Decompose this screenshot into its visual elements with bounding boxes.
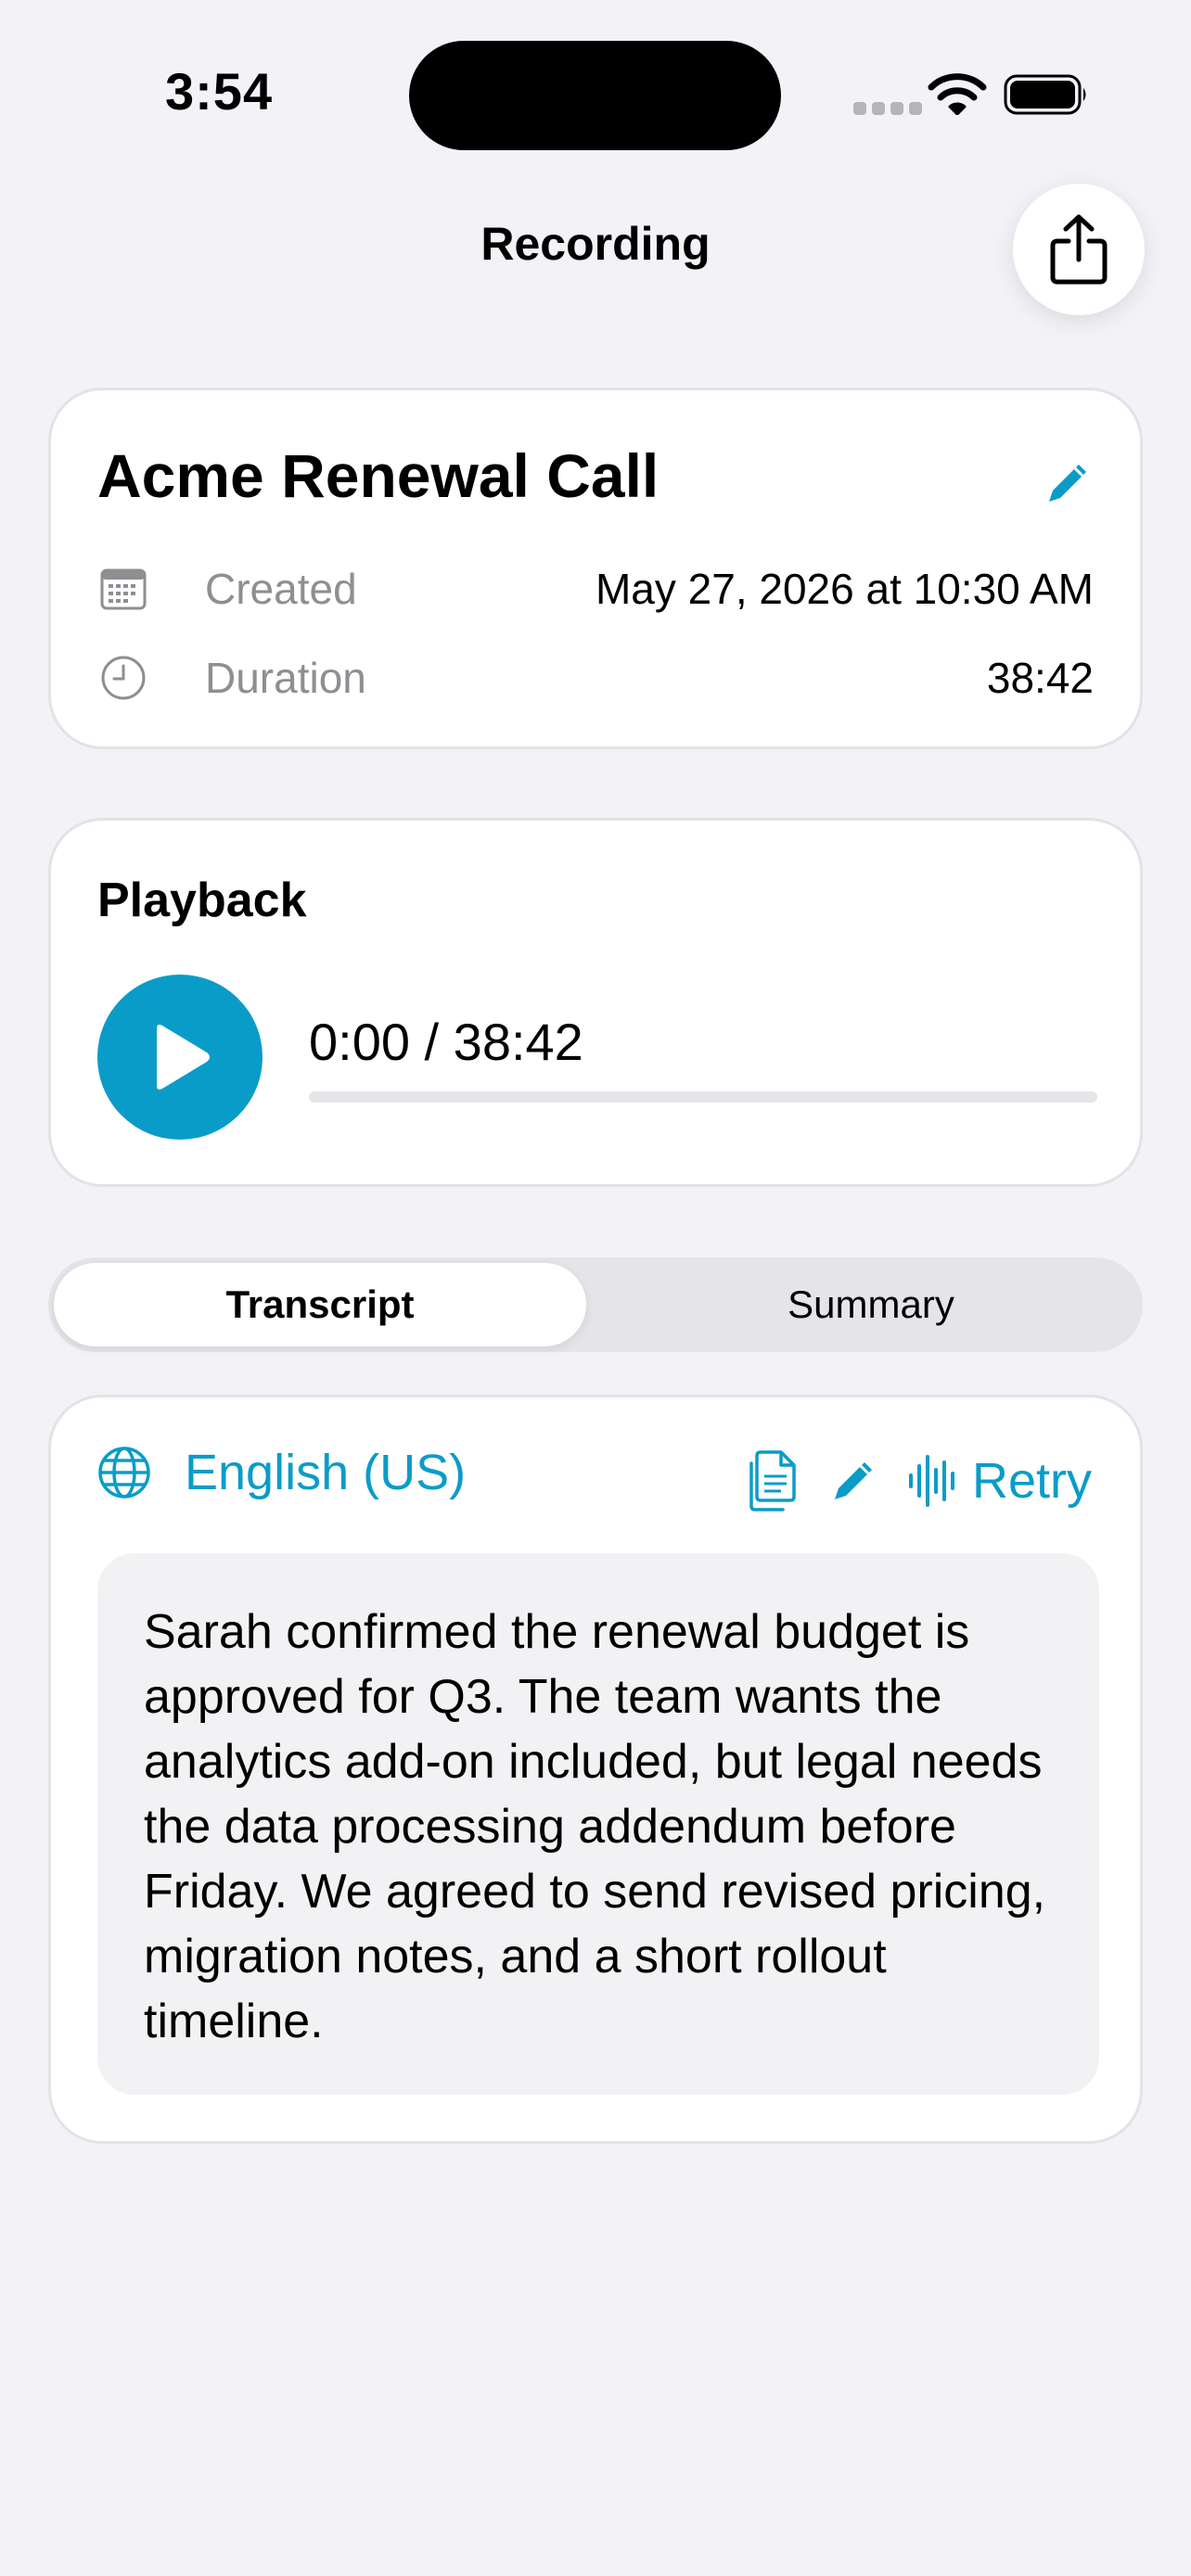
retry-label: Retry — [971, 1453, 1092, 1509]
pencil-icon[interactable] — [827, 1455, 879, 1507]
duration-value: 38:42 — [986, 654, 1094, 702]
dynamic-island — [409, 41, 781, 150]
battery-icon — [1004, 74, 1086, 115]
created-label: Created — [205, 565, 357, 613]
pencil-icon[interactable] — [1042, 457, 1094, 509]
cellular-signal-icon — [853, 102, 922, 115]
language-label: English (US) — [185, 1445, 467, 1500]
created-value: May 27, 2026 at 10:30 AM — [595, 565, 1094, 613]
playback-time: 0:00 / 38:42 — [309, 1013, 583, 1071]
playback-title: Playback — [97, 874, 307, 927]
status-time: 3:54 — [165, 62, 274, 121]
waveform-icon — [908, 1455, 954, 1507]
playback-card: Playback 0:00 / 38:42 — [48, 818, 1143, 1187]
status-bar: 3:54 — [0, 0, 1191, 185]
recording-title: Acme Renewal Call — [97, 441, 660, 510]
tab-transcript[interactable]: Transcript — [54, 1263, 586, 1346]
play-icon — [157, 1025, 210, 1090]
playback-scrubber[interactable] — [309, 1091, 1097, 1103]
copy-icon[interactable] — [744, 1448, 800, 1513]
share-icon — [1050, 214, 1108, 285]
recording-info-card: Acme Renewal Call Created May 27, 2026 a… — [48, 388, 1143, 749]
view-tabs: Transcript Summary — [48, 1257, 1143, 1352]
play-button[interactable] — [97, 975, 263, 1140]
clock-icon — [101, 656, 146, 700]
tab-summary[interactable]: Summary — [605, 1263, 1137, 1346]
transcript-actions: Retry — [744, 1446, 1092, 1516]
calendar-icon — [100, 568, 147, 610]
duration-row: Duration 38:42 — [97, 650, 1094, 706]
globe-icon — [98, 1447, 150, 1498]
transcript-card: English (US) Retry Sarah confirmed the r… — [48, 1395, 1143, 2144]
transcript-text: Sarah confirmed the renewal budget is ap… — [97, 1553, 1099, 2095]
share-button[interactable] — [1013, 184, 1145, 315]
duration-label: Duration — [205, 654, 366, 702]
language-selector[interactable]: English (US) — [97, 1444, 466, 1501]
retry-button[interactable]: Retry — [907, 1451, 1092, 1511]
wifi-icon — [928, 73, 987, 115]
created-row: Created May 27, 2026 at 10:30 AM — [97, 561, 1094, 617]
